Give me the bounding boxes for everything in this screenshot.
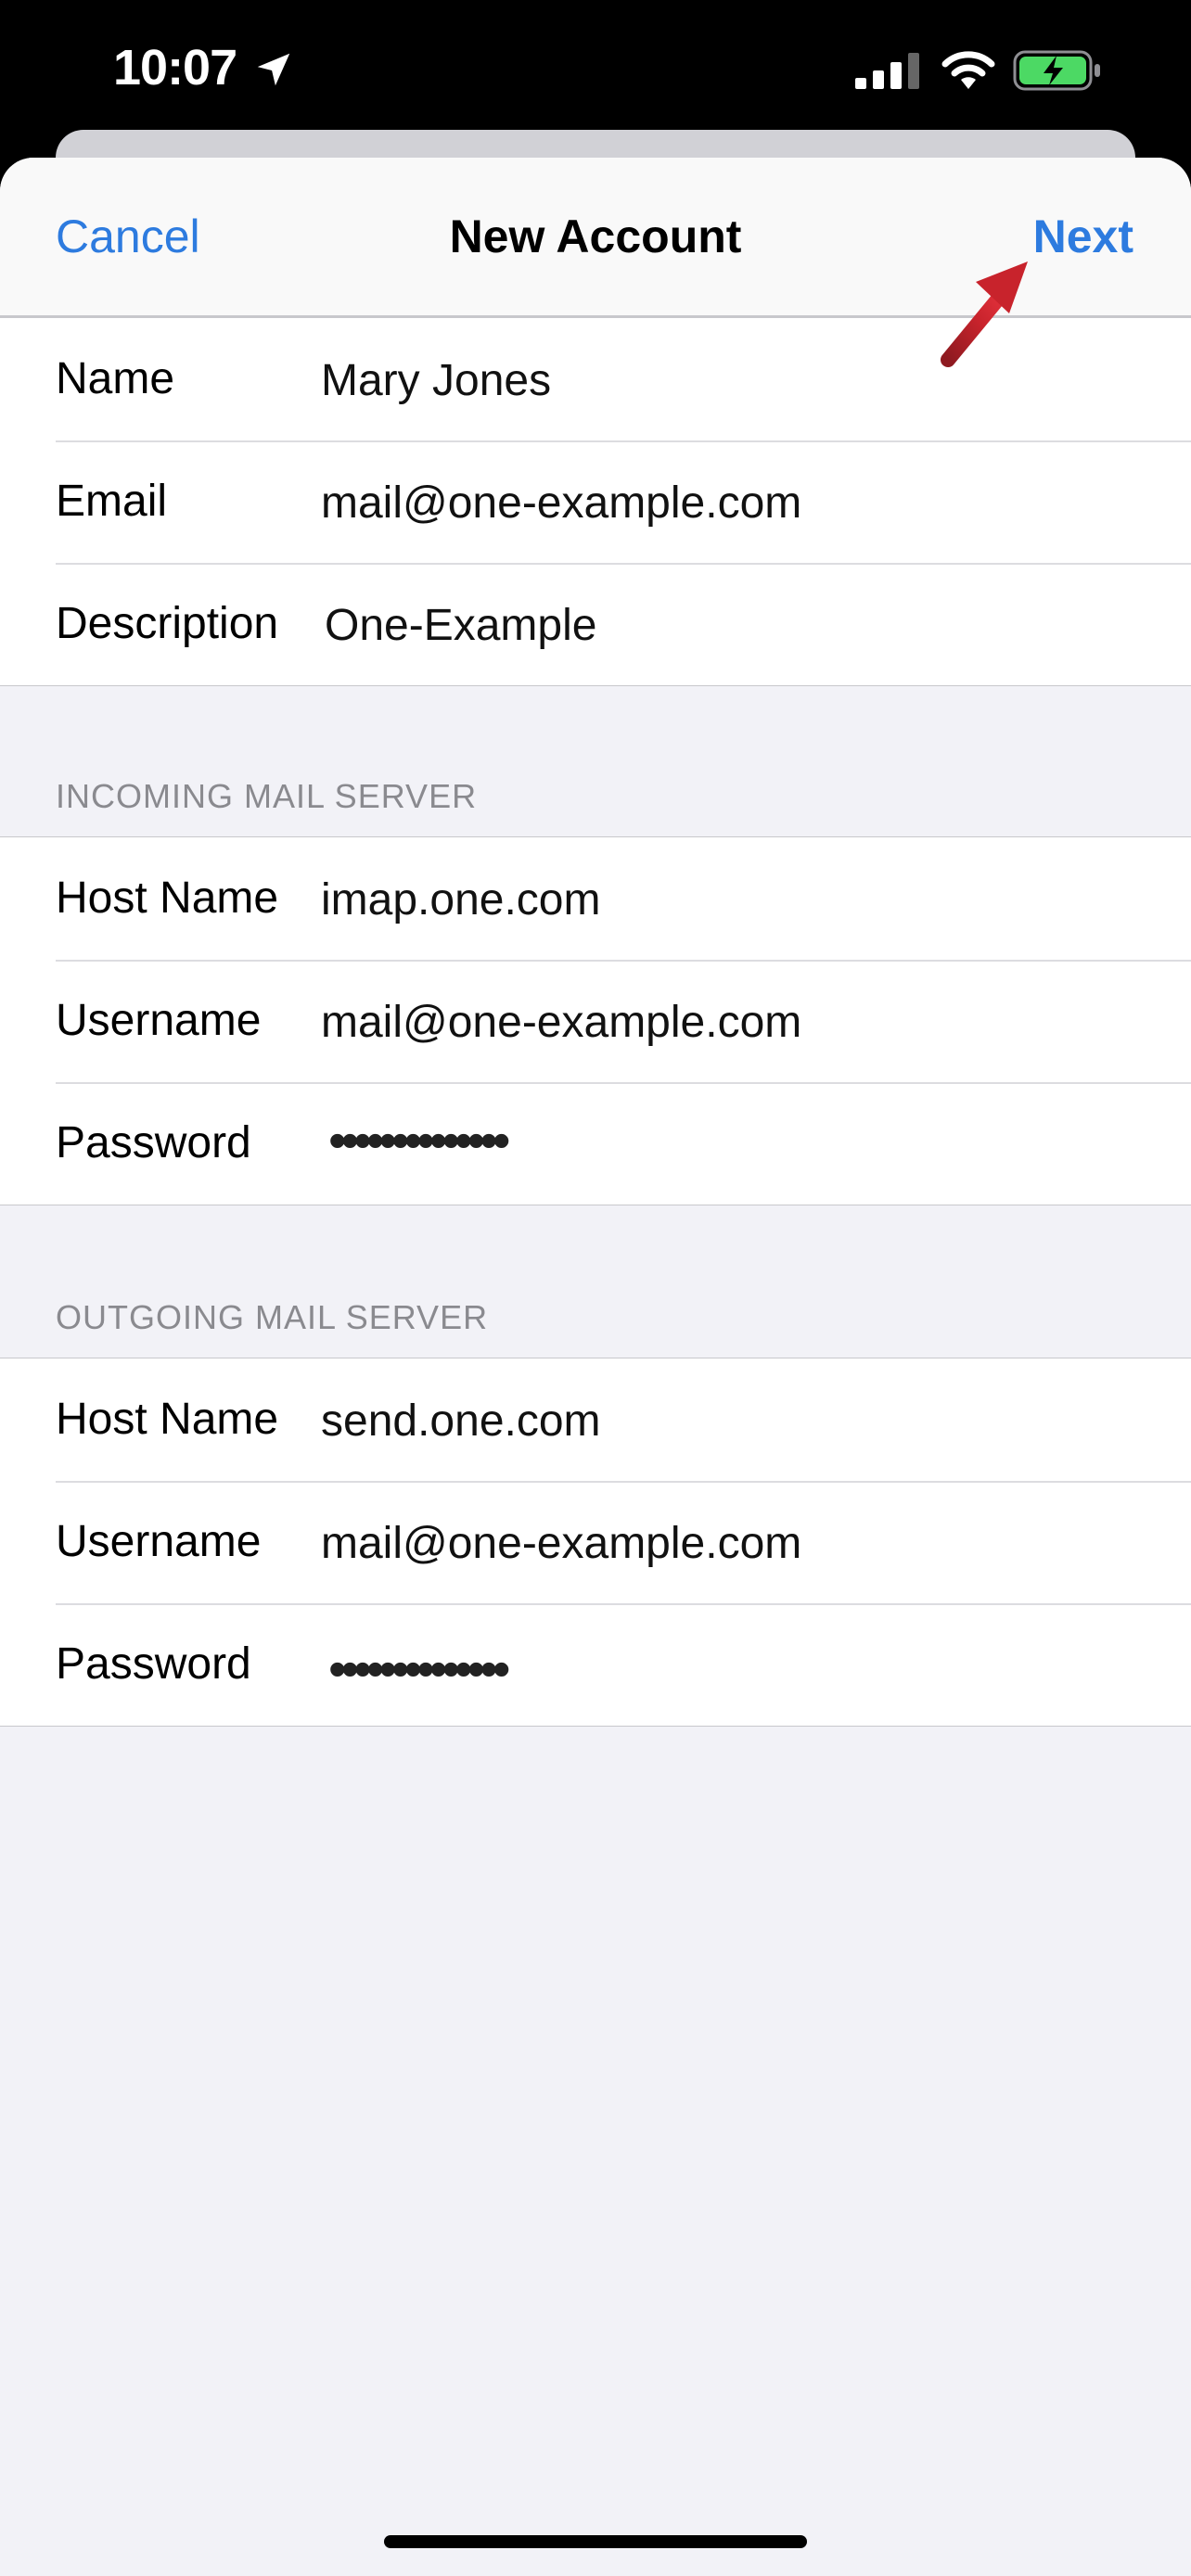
cellular-signal-icon [855, 53, 919, 89]
home-indicator[interactable] [384, 2535, 807, 2548]
status-bar: 10:07 [0, 0, 1191, 139]
outgoing-section-header: OUTGOING MAIL SERVER [56, 1298, 489, 1336]
incoming-host-label: Host Name [56, 874, 279, 923]
cancel-button[interactable]: Cancel [56, 210, 200, 263]
description-row[interactable]: Description One-Example [0, 563, 1191, 685]
battery-charging-icon [1013, 50, 1100, 91]
incoming-host-row[interactable]: Host Name imap.one.com [0, 837, 1191, 960]
outgoing-username-field[interactable]: mail@one-example.com [321, 1518, 801, 1569]
outgoing-username-row[interactable]: Username mail@one-example.com [0, 1481, 1191, 1603]
description-field[interactable]: One-Example [325, 600, 596, 651]
incoming-password-row[interactable]: Password •••••••••••••• [0, 1082, 1191, 1205]
email-field[interactable]: mail@one-example.com [321, 478, 801, 529]
location-arrow-icon [257, 53, 290, 86]
outgoing-password-row[interactable]: Password •••••••••••••• [0, 1603, 1191, 1726]
incoming-section-header: INCOMING MAIL SERVER [56, 777, 478, 815]
incoming-username-field[interactable]: mail@one-example.com [321, 997, 801, 1048]
next-button[interactable]: Next [1033, 210, 1133, 263]
incoming-password-label: Password [56, 1118, 251, 1167]
incoming-password-field[interactable]: •••••••••••••• [328, 1110, 510, 1170]
outgoing-password-label: Password [56, 1639, 251, 1689]
incoming-username-label: Username [56, 996, 262, 1045]
account-info-group: Name Mary Jones Email mail@one-example.c… [0, 317, 1191, 686]
outgoing-username-label: Username [56, 1517, 262, 1566]
outgoing-password-field[interactable]: •••••••••••••• [328, 1639, 510, 1699]
outgoing-host-row[interactable]: Host Name send.one.com [0, 1358, 1191, 1481]
annotation-arrow-icon [941, 261, 1028, 367]
outgoing-server-group: Host Name send.one.com Username mail@one… [0, 1358, 1191, 1727]
outgoing-host-field[interactable]: send.one.com [321, 1396, 601, 1447]
email-label: Email [56, 477, 168, 526]
incoming-username-row[interactable]: Username mail@one-example.com [0, 960, 1191, 1082]
email-row[interactable]: Email mail@one-example.com [0, 440, 1191, 563]
name-field[interactable]: Mary Jones [321, 355, 551, 406]
incoming-server-group: Host Name imap.one.com Username mail@one… [0, 836, 1191, 1205]
name-label: Name [56, 354, 175, 403]
new-account-sheet: New Account Cancel Next Name Mary Jones … [0, 158, 1191, 2576]
incoming-host-field[interactable]: imap.one.com [321, 874, 600, 925]
description-label: Description [56, 599, 279, 648]
outgoing-host-label: Host Name [56, 1395, 279, 1444]
wifi-icon [941, 51, 995, 89]
status-time: 10:07 [113, 40, 237, 96]
